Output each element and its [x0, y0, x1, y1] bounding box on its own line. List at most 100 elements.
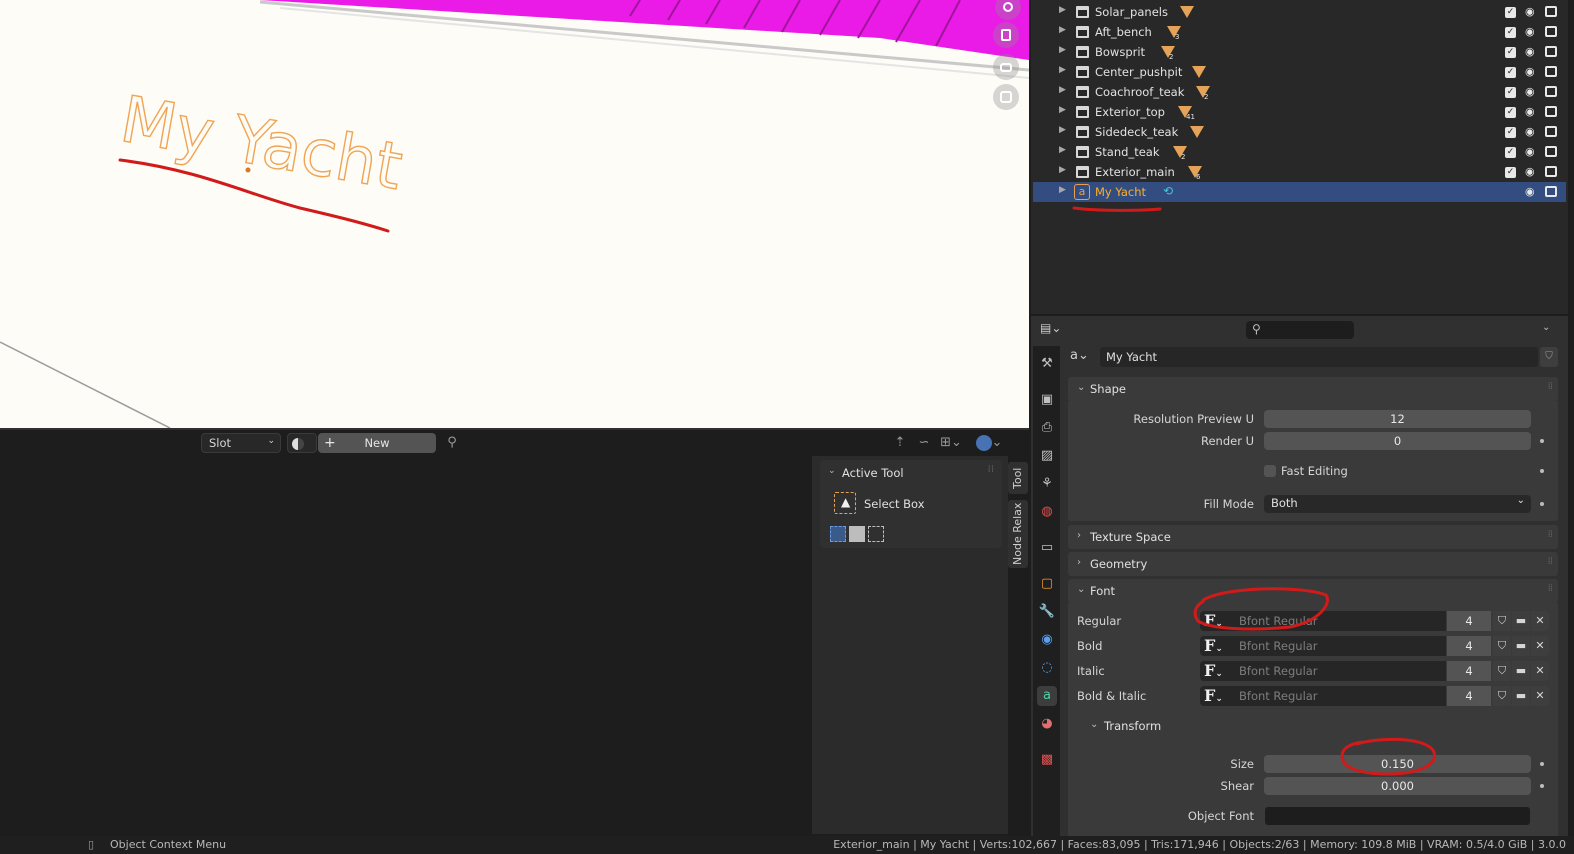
- pin-icon[interactable]: ⚲: [442, 433, 462, 453]
- fill-mode-dropdown[interactable]: Both ⌄: [1264, 495, 1531, 513]
- options-chevron-icon[interactable]: ⌄: [1542, 322, 1550, 333]
- panel-grip-icon[interactable]: ⁞⁞: [1548, 381, 1553, 392]
- eye-icon[interactable]: ◉: [1525, 125, 1535, 138]
- particles-tab-icon[interactable]: ◉: [1037, 630, 1057, 650]
- chevron-down-icon[interactable]: ⌄: [828, 466, 836, 476]
- render-tab-icon[interactable]: ▣: [1037, 390, 1057, 410]
- eye-icon[interactable]: ◉: [1525, 5, 1535, 18]
- snap-icon[interactable]: ∽: [914, 433, 934, 453]
- texture-tab-icon[interactable]: ▩: [1037, 750, 1057, 770]
- outliner-row[interactable]: ▶ Center_pushpit ✓ ◉: [1033, 62, 1566, 82]
- mesh-data-icon[interactable]: [1192, 66, 1206, 78]
- eye-icon[interactable]: ◉: [1525, 85, 1535, 98]
- expand-arrow-icon[interactable]: ▶: [1059, 25, 1066, 35]
- exclude-checkbox[interactable]: ✓: [1505, 127, 1516, 138]
- panel-grip-icon[interactable]: ⁞⁞: [988, 464, 994, 475]
- transform-subpanel-header[interactable]: ⌄ Transform: [1074, 714, 1554, 738]
- eye-icon[interactable]: ◉: [1525, 45, 1535, 58]
- datablock-name-field[interactable]: My Yacht: [1100, 347, 1538, 367]
- material-tab-icon[interactable]: ◕: [1037, 714, 1057, 734]
- tab-node-relax[interactable]: Node Relax: [1008, 500, 1028, 568]
- font-browse-icon[interactable]: F⌄: [1200, 636, 1232, 656]
- text-data-icon[interactable]: a⌄: [1070, 348, 1100, 366]
- tab-tool[interactable]: Tool: [1008, 462, 1028, 494]
- close-icon[interactable]: ✕: [1531, 636, 1549, 656]
- folder-icon[interactable]: ▬: [1512, 686, 1530, 706]
- expand-arrow-icon[interactable]: ▶: [1059, 185, 1066, 195]
- panel-grip-icon[interactable]: ⁞⁞: [1548, 529, 1553, 540]
- outliner-row[interactable]: ▶ Coachroof_teak 2 ✓ ◉: [1033, 82, 1566, 102]
- properties-search-input[interactable]: ⚲: [1246, 321, 1354, 339]
- exclude-checkbox[interactable]: ✓: [1505, 47, 1516, 58]
- object-tab-icon[interactable]: ▢: [1037, 574, 1057, 594]
- folder-icon[interactable]: ▬: [1512, 661, 1530, 681]
- mode-subtract-icon[interactable]: [868, 526, 884, 542]
- select-box-icon[interactable]: ▲: [834, 492, 856, 514]
- modifier-tab-icon[interactable]: 🔧: [1037, 602, 1057, 622]
- font-italic-users[interactable]: 4: [1447, 661, 1491, 681]
- texture-space-section-header[interactable]: › Texture Space ⁞⁞: [1068, 525, 1558, 549]
- folder-icon[interactable]: ▬: [1512, 611, 1530, 631]
- render-u-field[interactable]: 0: [1264, 432, 1531, 450]
- camera-icon[interactable]: [993, 54, 1019, 80]
- outliner-row[interactable]: ▶ Exterior_main 6 ✓ ◉: [1033, 162, 1566, 182]
- mesh-data-icon[interactable]: 3: [1167, 26, 1181, 41]
- eye-icon[interactable]: ◉: [1525, 25, 1535, 38]
- parent-node-icon[interactable]: ⇡: [890, 433, 910, 453]
- expand-arrow-icon[interactable]: ▶: [1059, 5, 1066, 15]
- eye-icon[interactable]: ◉: [1525, 165, 1535, 178]
- fast-editing-checkbox[interactable]: [1264, 465, 1276, 477]
- shield-icon[interactable]: ⛉: [1493, 636, 1511, 656]
- exclude-checkbox[interactable]: ✓: [1505, 107, 1516, 118]
- tool-tab-icon[interactable]: ⚒: [1037, 354, 1057, 374]
- expand-arrow-icon[interactable]: ▶: [1059, 65, 1066, 75]
- outliner-row[interactable]: ▶ Solar_panels ✓ ◉: [1033, 2, 1566, 22]
- outliner-row[interactable]: ▶ Exterior_top 41 ✓ ◉: [1033, 102, 1566, 122]
- 3d-viewport[interactable]: My Yacht: [0, 0, 1029, 428]
- new-material-button[interactable]: + New: [318, 433, 436, 453]
- camera-render-icon[interactable]: [1545, 106, 1557, 117]
- pan-hand-icon[interactable]: [993, 22, 1019, 48]
- panel-grip-icon[interactable]: ⁞⁞: [1548, 556, 1553, 567]
- eye-icon[interactable]: ◉: [1525, 65, 1535, 78]
- world-tab-icon[interactable]: ◍: [1037, 502, 1057, 522]
- shield-icon[interactable]: ⛉: [1493, 686, 1511, 706]
- expand-arrow-icon[interactable]: ▶: [1059, 145, 1066, 155]
- keyframe-dot[interactable]: [1540, 469, 1544, 473]
- eye-icon[interactable]: ◉: [1525, 145, 1535, 158]
- font-bold-name-field[interactable]: Bfont Regular: [1232, 636, 1446, 656]
- font-italic-name-field[interactable]: Bfont Regular: [1232, 661, 1446, 681]
- expand-arrow-icon[interactable]: ▶: [1059, 45, 1066, 55]
- panel-grip-icon[interactable]: ⁞⁞: [1548, 583, 1553, 594]
- mesh-data-icon[interactable]: [1180, 6, 1194, 18]
- keyframe-dot[interactable]: [1540, 762, 1544, 766]
- exclude-checkbox[interactable]: ✓: [1505, 27, 1516, 38]
- mesh-data-icon[interactable]: 6: [1188, 166, 1202, 181]
- outliner-row[interactable]: ▶ Aft_bench 3 ✓ ◉: [1033, 22, 1566, 42]
- mode-new-icon[interactable]: [830, 526, 846, 542]
- resolution-preview-u-field[interactable]: 12: [1264, 410, 1531, 428]
- mesh-data-icon[interactable]: 2: [1173, 146, 1187, 161]
- physics-tab-icon[interactable]: ◌: [1037, 658, 1057, 678]
- outliner-row[interactable]: ▶ Stand_teak 2 ✓ ◉: [1033, 142, 1566, 162]
- camera-render-icon[interactable]: [1545, 186, 1557, 197]
- shield-icon[interactable]: ⛉: [1493, 611, 1511, 631]
- mode-extend-icon[interactable]: [849, 526, 865, 542]
- font-bold-italic-users[interactable]: 4: [1447, 686, 1491, 706]
- editor-type-icon[interactable]: ▤⌄: [1040, 321, 1072, 339]
- object-font-field[interactable]: [1264, 806, 1531, 826]
- exclude-checkbox[interactable]: ✓: [1505, 147, 1516, 158]
- shape-section-header[interactable]: ⌄ Shape ⁞⁞: [1068, 377, 1558, 401]
- folder-icon[interactable]: ▬: [1512, 636, 1530, 656]
- camera-render-icon[interactable]: [1545, 46, 1557, 57]
- font-browse-icon[interactable]: F⌄: [1200, 686, 1232, 706]
- overlay-icon[interactable]: ⌄: [970, 433, 1008, 453]
- material-browse-button[interactable]: [287, 433, 317, 453]
- data-tab-icon[interactable]: a: [1037, 686, 1057, 706]
- expand-arrow-icon[interactable]: ▶: [1059, 165, 1066, 175]
- expand-arrow-icon[interactable]: ▶: [1059, 105, 1066, 115]
- view-layer-tab-icon[interactable]: ▨: [1037, 446, 1057, 466]
- expand-arrow-icon[interactable]: ▶: [1059, 85, 1066, 95]
- exclude-checkbox[interactable]: ✓: [1505, 167, 1516, 178]
- exclude-checkbox[interactable]: ✓: [1505, 87, 1516, 98]
